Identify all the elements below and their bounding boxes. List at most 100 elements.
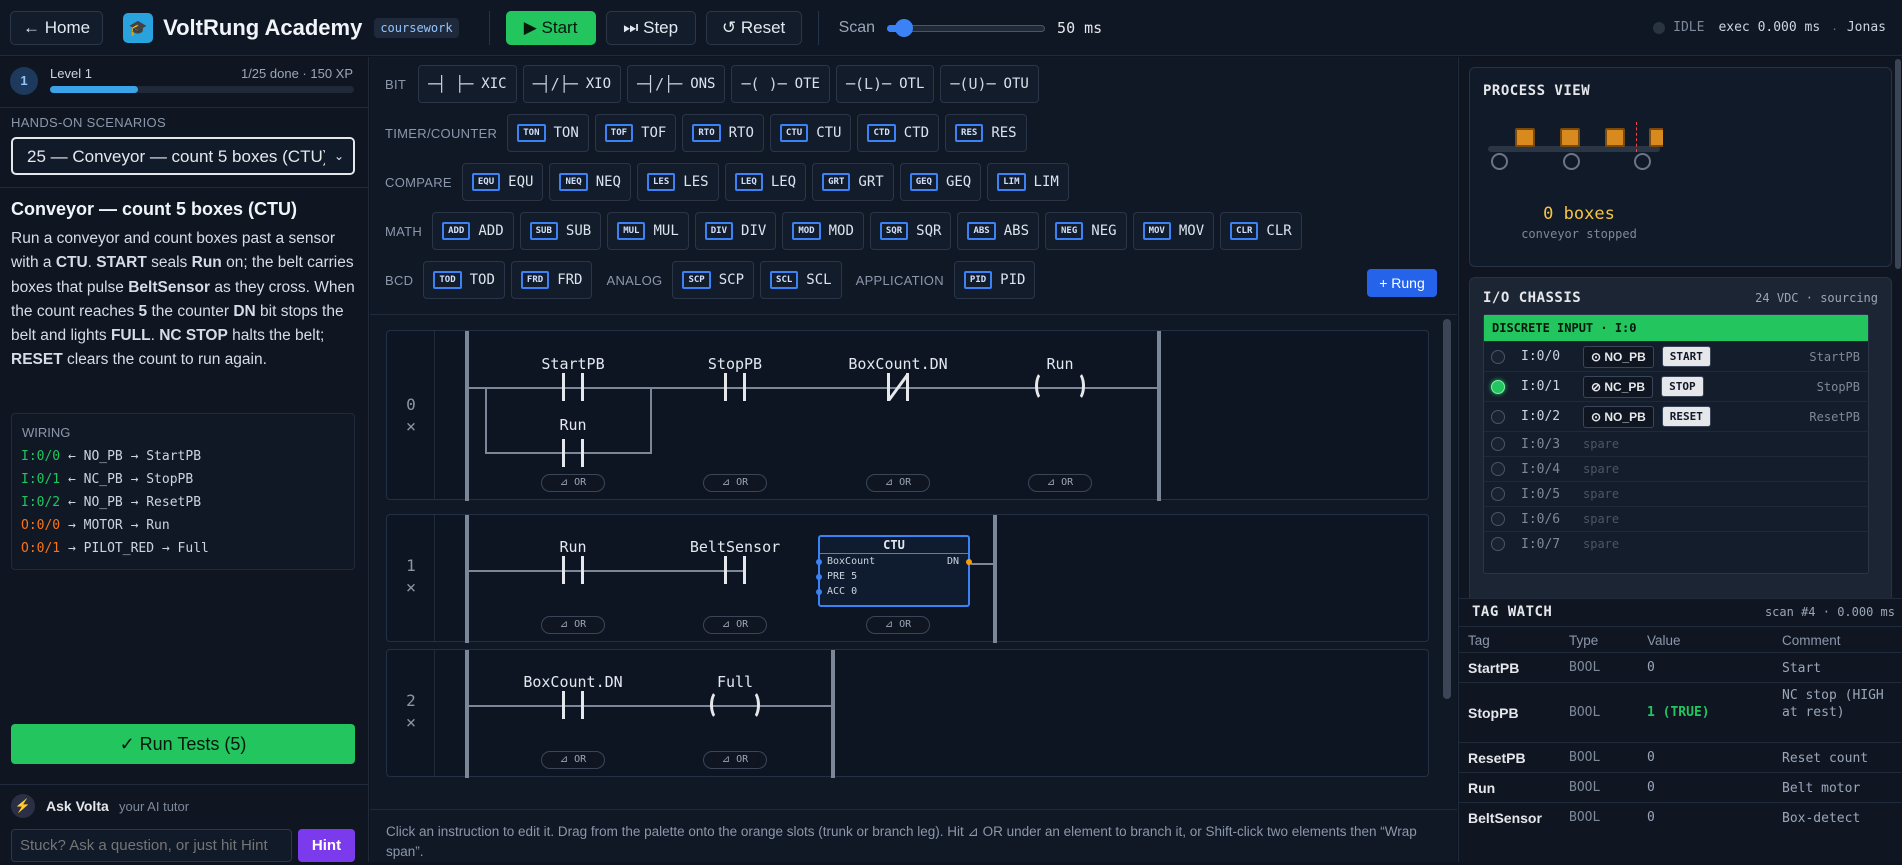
palette-item-ons[interactable]: ─┤/├─ ONS xyxy=(627,65,726,103)
step-button[interactable]: ⏭ Step xyxy=(605,10,696,45)
contact-label-stoppb[interactable]: StopPB xyxy=(655,355,815,373)
palette-item-mod[interactable]: MOD MOD xyxy=(782,212,864,250)
palette-group-math: MATH xyxy=(385,223,423,239)
branch-contact-label-run[interactable]: Run xyxy=(493,416,653,434)
palette-item-ote[interactable]: ─( )─ OTE xyxy=(731,65,830,103)
ote-coil-run[interactable] xyxy=(1035,371,1085,401)
xic-contact-boxcount-dn[interactable] xyxy=(556,691,590,719)
tag-watch-row[interactable]: Run BOOL 0 Belt motor xyxy=(1459,772,1902,802)
palette-item-otu[interactable]: ─(U)─ OTU xyxy=(940,65,1039,103)
palette-item-otl[interactable]: ─(L)─ OTL xyxy=(835,65,935,103)
contact-label-startpb[interactable]: StartPB xyxy=(493,355,653,373)
palette-group-timer: TIMER/COUNTER xyxy=(385,125,498,141)
palette-item-mul[interactable]: MUL MUL xyxy=(607,212,689,250)
palette-item-neg[interactable]: NEG NEG xyxy=(1045,212,1127,250)
palette-item-ton[interactable]: TON TON xyxy=(507,114,589,152)
rung-number-gutter: 0 × xyxy=(387,331,435,499)
palette-item-clr[interactable]: CLR CLR xyxy=(1220,212,1302,250)
or-branch-button[interactable]: ⊿ OR xyxy=(703,616,767,634)
xic-contact-run[interactable] xyxy=(556,556,590,584)
pushbutton-reset[interactable]: RESET xyxy=(1661,406,1711,427)
home-button[interactable]: ← Home xyxy=(10,10,104,45)
rung-2[interactable]: 2 × BoxCount.DN Full ⊿ OR ⊿ OR xyxy=(386,649,1429,778)
palette-item-sub[interactable]: SUB SUB xyxy=(519,212,602,250)
palette-item-neq[interactable]: NEQ NEQ xyxy=(549,163,631,201)
tag-watch-row[interactable]: StartPB BOOL 0 Start xyxy=(1459,652,1902,682)
palette-item-div[interactable]: DIV DIV xyxy=(694,212,777,250)
palette-item-add[interactable]: ADD ADD xyxy=(432,212,514,250)
tutor-input[interactable] xyxy=(11,829,292,862)
palette-item-scl[interactable]: SCL SCL xyxy=(760,261,842,299)
tag-value[interactable]: 0 xyxy=(1647,660,1655,675)
reset-button[interactable]: ↺ Reset xyxy=(705,10,802,45)
palette-item-abs[interactable]: ABS ABS xyxy=(957,212,1040,250)
or-branch-button[interactable]: ⊿ OR xyxy=(866,616,930,634)
tag-watch-row[interactable]: BeltSensor BOOL 0 Box-detect xyxy=(1459,802,1902,832)
xic-contact-stoppb[interactable] xyxy=(718,373,752,401)
or-branch-button[interactable]: ⊿ OR xyxy=(703,474,767,492)
palette-item-geq[interactable]: GEQ GEQ xyxy=(899,163,982,201)
or-branch-button[interactable]: ⊿ OR xyxy=(866,474,930,492)
palette-item-ctd[interactable]: CTD CTD xyxy=(857,114,940,152)
or-branch-button[interactable]: ⊿ OR xyxy=(541,616,605,634)
or-branch-button[interactable]: ⊿ OR xyxy=(541,474,605,492)
rung-1[interactable]: 1 × Run BeltSensor CTU BoxCount PRE 5 AC… xyxy=(386,514,1429,643)
xio-contact-boxcount-dn[interactable] xyxy=(881,373,915,401)
contact-label-run[interactable]: Run xyxy=(493,538,653,556)
tag-value[interactable]: 0 xyxy=(1647,780,1655,795)
palette-item-lim[interactable]: LIM LIM xyxy=(987,163,1069,201)
palette-item-leq[interactable]: LEQ LEQ xyxy=(724,163,807,201)
or-branch-button[interactable]: ⊿ OR xyxy=(703,751,767,769)
pushbutton-start[interactable]: START xyxy=(1661,346,1711,367)
tag-value[interactable]: 0 xyxy=(1647,750,1655,765)
or-branch-button[interactable]: ⊿ OR xyxy=(1028,474,1092,492)
xic-contact-beltsensor[interactable] xyxy=(718,556,752,584)
palette-item-tod[interactable]: TOD TOD xyxy=(423,261,505,299)
coil-label-full[interactable]: Full xyxy=(655,673,815,691)
delete-rung-icon[interactable]: × xyxy=(387,578,435,598)
start-button[interactable]: ▶ Start xyxy=(505,10,596,45)
right-panel-scrollbar[interactable] xyxy=(1895,59,1901,269)
tag-watch-row[interactable]: StopPB BOOL 1 (TRUE) NC stop (HIGH at rest) xyxy=(1459,682,1902,742)
tag-value[interactable]: 1 (TRUE) xyxy=(1647,705,1710,720)
ote-coil-full[interactable] xyxy=(710,690,760,720)
or-branch-button[interactable]: ⊿ OR xyxy=(541,751,605,769)
tag-value[interactable]: 0 xyxy=(1647,810,1655,825)
palette-item-pid[interactable]: PID PID xyxy=(953,261,1036,299)
scenario-select[interactable]: 25 — Conveyor — count 5 boxes (CTU) ⌄ xyxy=(11,137,355,175)
palette-item-xic[interactable]: ─┤ ├─ XIC xyxy=(418,65,517,103)
palette-item-sqr[interactable]: SQR SQR xyxy=(869,212,952,250)
palette-item-res[interactable]: RES RES xyxy=(945,114,1027,152)
scan-slider[interactable] xyxy=(887,18,1046,38)
instruction-tag-icon: TOF xyxy=(604,124,634,142)
palette-item-grt[interactable]: GRT GRT xyxy=(812,163,894,201)
xic-contact-run-branch[interactable] xyxy=(556,439,590,467)
palette-item-les[interactable]: LES LES xyxy=(637,163,719,201)
hint-button[interactable]: Hint xyxy=(298,829,355,862)
contact-label-boxcount-dn[interactable]: BoxCount.DN xyxy=(493,673,653,691)
scan-slider-thumb[interactable] xyxy=(895,18,914,37)
palette-item-rto[interactable]: RTO RTO xyxy=(682,114,764,152)
io-row: I:0/1 ⊘ NC_PB STOP StopPB xyxy=(1484,371,1870,401)
palette-item-mov[interactable]: MOV MOV xyxy=(1132,212,1215,250)
run-tests-button[interactable]: ✓ Run Tests (5) xyxy=(11,724,355,764)
add-rung-button[interactable]: + Rung xyxy=(1367,269,1437,297)
delete-rung-icon[interactable]: × xyxy=(387,417,435,437)
palette-item-xio[interactable]: ─┤/├─ XIO xyxy=(522,65,622,103)
palette-item-ctu[interactable]: CTU CTU xyxy=(769,114,852,152)
pushbutton-stop[interactable]: STOP xyxy=(1661,376,1704,397)
palette-item-frd[interactable]: FRD FRD xyxy=(510,261,593,299)
xic-contact-startpb[interactable] xyxy=(556,373,590,401)
ctu-block[interactable]: CTU BoxCount PRE 5 ACC 0 DN xyxy=(816,535,972,607)
rung-0[interactable]: 0 × StartPB StopPB BoxCount.DN Run Run ⊿… xyxy=(386,330,1429,501)
palette-item-tof[interactable]: TOF TOF xyxy=(594,114,677,152)
delete-rung-icon[interactable]: × xyxy=(387,713,435,733)
palette-item-scp[interactable]: SCP SCP xyxy=(672,261,755,299)
user-name[interactable]: Jonas xyxy=(1847,20,1886,35)
ladder-scrollbar[interactable] xyxy=(1443,319,1451,699)
scenarios-heading: HANDS-ON SCENARIOS xyxy=(11,115,166,130)
contact-label-boxcount-dn[interactable]: BoxCount.DN xyxy=(818,355,978,373)
tag-watch-row[interactable]: ResetPB BOOL 0 Reset count xyxy=(1459,742,1902,772)
palette-item-equ[interactable]: EQU EQU xyxy=(461,163,544,201)
contact-label-beltsensor[interactable]: BeltSensor xyxy=(655,538,815,556)
